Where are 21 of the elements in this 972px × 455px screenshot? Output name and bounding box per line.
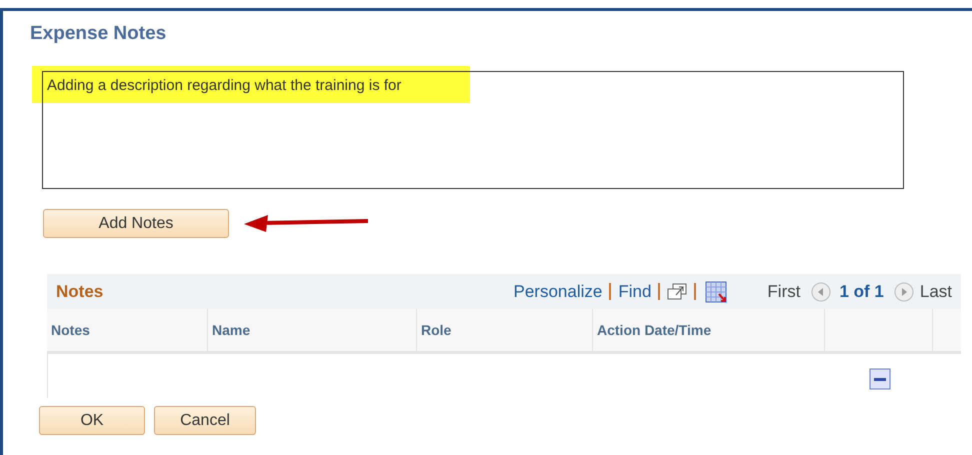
next-icon[interactable] [894, 282, 914, 302]
previous-icon[interactable] [811, 282, 832, 302]
dialog-button[interactable]: OK [39, 406, 145, 435]
delete-row-icon[interactable] [869, 368, 891, 390]
dialog-title: Expense Notes [30, 22, 168, 46]
pager-position: 1 of 1 [839, 280, 884, 303]
download-grid-icon[interactable] [705, 280, 728, 302]
column-header: Action Date/Time [593, 309, 825, 351]
new-window-icon[interactable] [667, 282, 688, 300]
grid-link[interactable]: Personalize [514, 278, 602, 304]
dialog-button[interactable]: Cancel [154, 406, 256, 435]
column-header: Name [208, 309, 417, 351]
pager-last[interactable]: Last [920, 278, 952, 304]
column-header: Role [417, 309, 593, 351]
add-notes-button[interactable]: Add Notes [43, 209, 229, 238]
notes-field[interactable]: Adding a description regarding what the training is for [42, 71, 904, 189]
pager-first[interactable]: First [767, 278, 800, 304]
grid-title: Notes [56, 280, 104, 303]
column-header: Notes [47, 309, 208, 351]
grid-link[interactable]: Find [618, 278, 652, 304]
arrow-icon [244, 214, 370, 234]
